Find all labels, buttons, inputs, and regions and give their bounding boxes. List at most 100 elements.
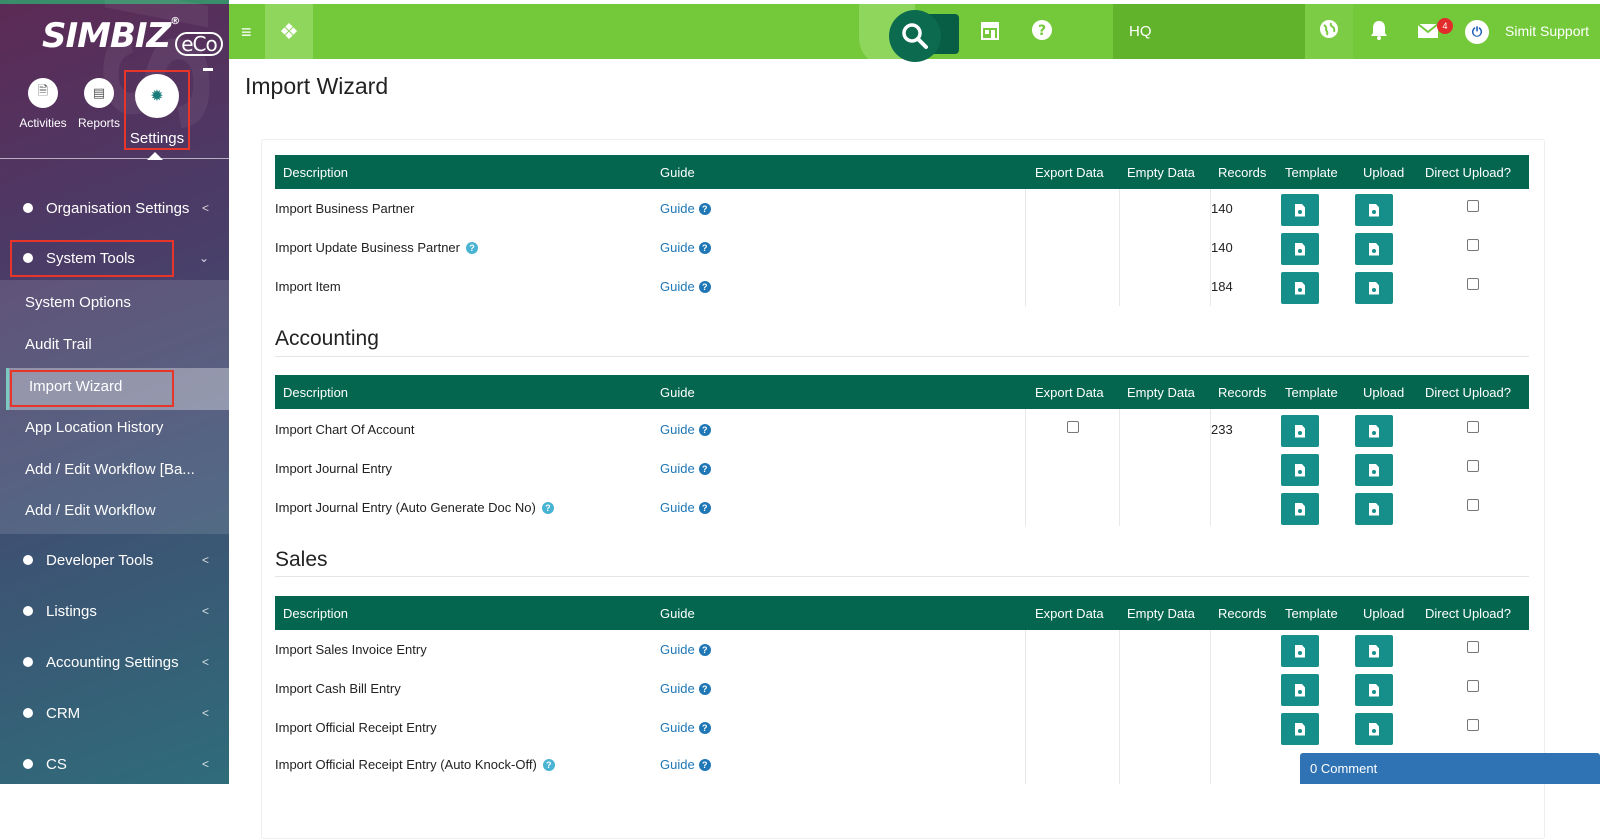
template-button[interactable] bbox=[1281, 713, 1319, 745]
menu-label: Organisation Settings bbox=[46, 199, 190, 217]
sub-audit-trail[interactable]: Audit Trail bbox=[25, 336, 92, 353]
sub-add-edit-workflow-ba[interactable]: Add / Edit Workflow [Ba... bbox=[25, 461, 195, 478]
direct-upload-checkbox[interactable] bbox=[1467, 421, 1479, 433]
info-icon[interactable]: ? bbox=[542, 759, 555, 771]
guide-link[interactable]: Guide? bbox=[660, 642, 711, 657]
store-icon[interactable] bbox=[979, 19, 1001, 47]
template-button[interactable] bbox=[1281, 674, 1319, 706]
upload-button[interactable] bbox=[1355, 415, 1393, 447]
guide-link[interactable]: Guide? bbox=[660, 757, 711, 772]
upload-button[interactable] bbox=[1355, 194, 1393, 226]
template-button[interactable] bbox=[1281, 272, 1319, 304]
reports-button[interactable]: ▤ Reports bbox=[70, 78, 128, 130]
col-description: Description bbox=[283, 165, 349, 180]
table-row: Import Item Guide? 184 bbox=[275, 267, 1529, 306]
help-icon[interactable]: ? bbox=[1031, 19, 1053, 47]
guide-link[interactable]: Guide? bbox=[660, 720, 711, 735]
sub-system-options[interactable]: System Options bbox=[25, 294, 131, 311]
upload-button[interactable] bbox=[1355, 635, 1393, 667]
comment-bar[interactable]: 0 Comment bbox=[1300, 753, 1600, 784]
upload-button[interactable] bbox=[1355, 493, 1393, 525]
template-button[interactable] bbox=[1281, 415, 1319, 447]
col-empty-data: Empty Data bbox=[1127, 606, 1195, 621]
col-upload: Upload bbox=[1363, 606, 1405, 621]
upload-button[interactable] bbox=[1355, 272, 1393, 304]
search-widget[interactable] bbox=[859, 4, 959, 66]
bullet-icon bbox=[23, 203, 33, 213]
info-icon[interactable]: ? bbox=[541, 502, 554, 514]
globe-icon[interactable] bbox=[1319, 19, 1339, 45]
guide-link[interactable]: Guide? bbox=[660, 500, 711, 515]
records-count: 233 bbox=[1211, 422, 1233, 437]
file-upload-icon bbox=[1369, 203, 1379, 217]
guide-link[interactable]: Guide? bbox=[660, 461, 711, 476]
help-icon: ? bbox=[698, 683, 711, 695]
hamburger-icon[interactable]: ≡ bbox=[241, 22, 252, 43]
template-button[interactable] bbox=[1281, 635, 1319, 667]
file-upload-icon bbox=[1369, 463, 1379, 477]
chevron-left-icon: < bbox=[201, 553, 209, 567]
activities-label: Activities bbox=[19, 116, 67, 130]
guide-link[interactable]: Guide? bbox=[660, 681, 711, 696]
direct-upload-checkbox[interactable] bbox=[1467, 641, 1479, 653]
bullet-icon bbox=[23, 606, 33, 616]
search-icon[interactable] bbox=[889, 10, 941, 62]
upload-button[interactable] bbox=[1355, 233, 1393, 265]
menu-developer-tools[interactable]: Developer Tools < bbox=[0, 538, 229, 582]
info-icon[interactable]: ? bbox=[465, 242, 478, 254]
records-count: 184 bbox=[1211, 279, 1233, 294]
reports-label: Reports bbox=[77, 116, 121, 130]
menu-accounting-settings[interactable]: Accounting Settings < bbox=[0, 640, 229, 684]
direct-upload-checkbox[interactable] bbox=[1467, 200, 1479, 212]
menu-listings[interactable]: Listings < bbox=[0, 589, 229, 633]
collapse-icon[interactable] bbox=[203, 68, 213, 71]
logo[interactable]: SIMBIZ® eCo bbox=[42, 16, 223, 56]
template-button[interactable] bbox=[1281, 493, 1319, 525]
col-export-data: Export Data bbox=[1035, 165, 1104, 180]
file-upload-icon bbox=[1369, 424, 1379, 438]
direct-upload-checkbox[interactable] bbox=[1467, 278, 1479, 290]
menu-crm[interactable]: CRM < bbox=[0, 691, 229, 735]
file-download-icon bbox=[1295, 203, 1305, 217]
power-icon[interactable]: ⏻ bbox=[1465, 20, 1489, 44]
logo-text: SIMBIZ bbox=[42, 16, 171, 56]
guide-link[interactable]: Guide? bbox=[660, 279, 711, 294]
settings-button[interactable]: ✹ Settings bbox=[124, 70, 190, 150]
direct-upload-checkbox[interactable] bbox=[1467, 499, 1479, 511]
direct-upload-checkbox[interactable] bbox=[1467, 460, 1479, 472]
row-description: Import Cash Bill Entry bbox=[275, 681, 401, 696]
activities-button[interactable]: 🗎 Activities bbox=[14, 78, 72, 130]
sub-add-edit-workflow[interactable]: Add / Edit Workflow bbox=[25, 502, 156, 519]
modules-icon[interactable]: ❖ bbox=[265, 4, 313, 59]
template-button[interactable] bbox=[1281, 233, 1319, 265]
direct-upload-checkbox[interactable] bbox=[1467, 239, 1479, 251]
guide-link[interactable]: Guide? bbox=[660, 201, 711, 216]
guide-label: Guide bbox=[660, 681, 695, 696]
export-data-checkbox[interactable] bbox=[1067, 421, 1079, 433]
row-description: Import Journal Entry bbox=[275, 461, 393, 476]
guide-link[interactable]: Guide? bbox=[660, 240, 711, 255]
direct-upload-checkbox[interactable] bbox=[1467, 719, 1479, 731]
guide-label: Guide bbox=[660, 757, 695, 772]
menu-organisation-settings[interactable]: Organisation Settings < bbox=[0, 186, 229, 230]
template-button[interactable] bbox=[1281, 194, 1319, 226]
file-upload-icon bbox=[1369, 281, 1379, 295]
upload-button[interactable] bbox=[1355, 674, 1393, 706]
template-button[interactable] bbox=[1281, 454, 1319, 486]
row-description: Import Chart Of Account bbox=[275, 422, 415, 437]
bell-icon[interactable] bbox=[1369, 19, 1389, 47]
help-icon: ? bbox=[698, 203, 711, 215]
direct-upload-checkbox[interactable] bbox=[1467, 680, 1479, 692]
file-download-icon bbox=[1295, 281, 1305, 295]
sub-app-location-history[interactable]: App Location History bbox=[25, 419, 163, 436]
upload-button[interactable] bbox=[1355, 713, 1393, 745]
mail-icon[interactable] bbox=[1417, 22, 1439, 45]
menu-label: Accounting Settings bbox=[46, 653, 179, 671]
table-row: Import Chart Of Account Guide? 233 bbox=[275, 410, 1529, 449]
user-menu[interactable]: Simit Support bbox=[1505, 23, 1589, 39]
menu-cs[interactable]: CS < bbox=[0, 742, 229, 784]
help-icon: ? bbox=[698, 759, 711, 771]
upload-button[interactable] bbox=[1355, 454, 1393, 486]
section-divider bbox=[275, 356, 1529, 357]
guide-link[interactable]: Guide? bbox=[660, 422, 711, 437]
